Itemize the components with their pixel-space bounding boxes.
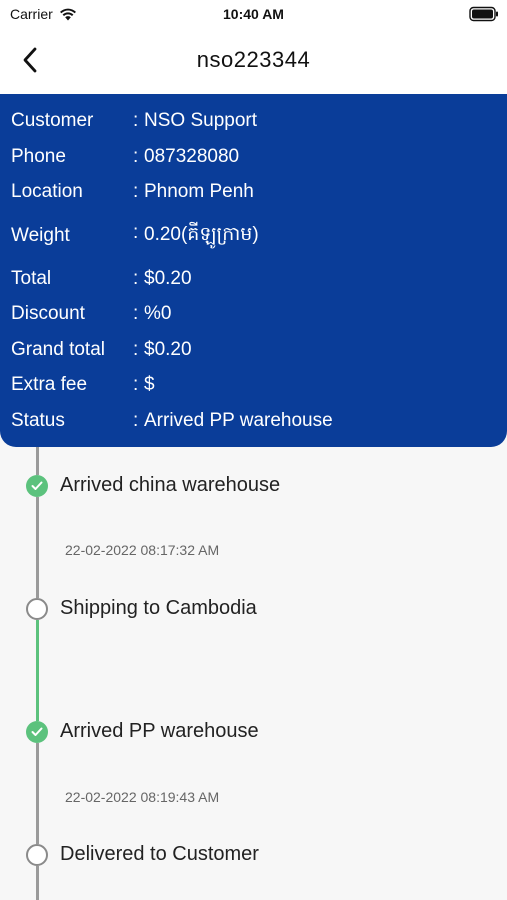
- timeline-connector: [36, 497, 39, 598]
- info-label: Phone: [11, 146, 66, 167]
- timeline-step-title: Shipping to Cambodia: [60, 597, 257, 619]
- info-colon: :: [133, 146, 139, 167]
- info-label: Location: [11, 181, 83, 202]
- info-value: 087328080: [144, 146, 240, 167]
- info-label: Discount: [11, 303, 85, 324]
- timeline-connector: [36, 866, 39, 900]
- info-colon: :: [133, 268, 139, 289]
- tracking-timeline: Arrived china warehouse 22-02-2022 08:17…: [0, 447, 507, 900]
- info-label: Status: [11, 410, 65, 431]
- info-label: Extra fee: [11, 374, 88, 395]
- timeline-connector: [36, 743, 39, 844]
- info-label: Grand total: [11, 339, 105, 360]
- info-colon: :: [133, 410, 139, 431]
- check-circle-icon: [26, 721, 48, 743]
- info-value: $0.20: [144, 339, 192, 360]
- timeline-step-title: Arrived china warehouse: [60, 474, 281, 496]
- navigation-bar: nso223344: [0, 30, 507, 94]
- timeline-step-title: Arrived PP warehouse: [60, 720, 259, 742]
- page-title: nso223344: [196, 47, 311, 72]
- empty-circle-icon: [26, 598, 48, 620]
- info-value: $: [144, 374, 155, 395]
- info-colon: :: [133, 303, 139, 324]
- info-value: 0.20(គីឡូក្រាម): [144, 224, 259, 245]
- info-colon: :: [133, 181, 139, 202]
- timeline-step-title: Delivered to Customer: [60, 843, 259, 865]
- timeline-connector: [36, 620, 39, 721]
- info-colon: :: [133, 374, 139, 395]
- order-info-card: Customer : NSO Support Phone : 087328080…: [0, 94, 507, 447]
- empty-circle-icon: [26, 844, 48, 866]
- info-value: NSO Support: [144, 110, 257, 131]
- timeline-connector: [36, 447, 39, 475]
- info-value: Phnom Penh: [144, 181, 254, 202]
- timeline-step-time: 22-02-2022 08:17:32 AM: [65, 542, 220, 558]
- info-value: Arrived PP warehouse: [144, 410, 333, 431]
- info-colon: :: [133, 339, 139, 360]
- info-value: $0.20: [144, 268, 192, 289]
- clock: 10:40 AM: [223, 6, 284, 22]
- info-label: Customer: [11, 110, 94, 131]
- info-label: Weight: [11, 225, 70, 246]
- info-value: %0: [144, 303, 172, 324]
- info-label: Total: [11, 268, 52, 289]
- info-colon: :: [133, 222, 139, 243]
- check-circle-icon: [26, 475, 48, 497]
- timeline-step-time: 22-02-2022 08:19:43 AM: [65, 789, 220, 805]
- battery-icon: [469, 6, 499, 27]
- info-colon: :: [133, 110, 139, 131]
- status-bar: Carrier 10:40 AM: [0, 0, 507, 30]
